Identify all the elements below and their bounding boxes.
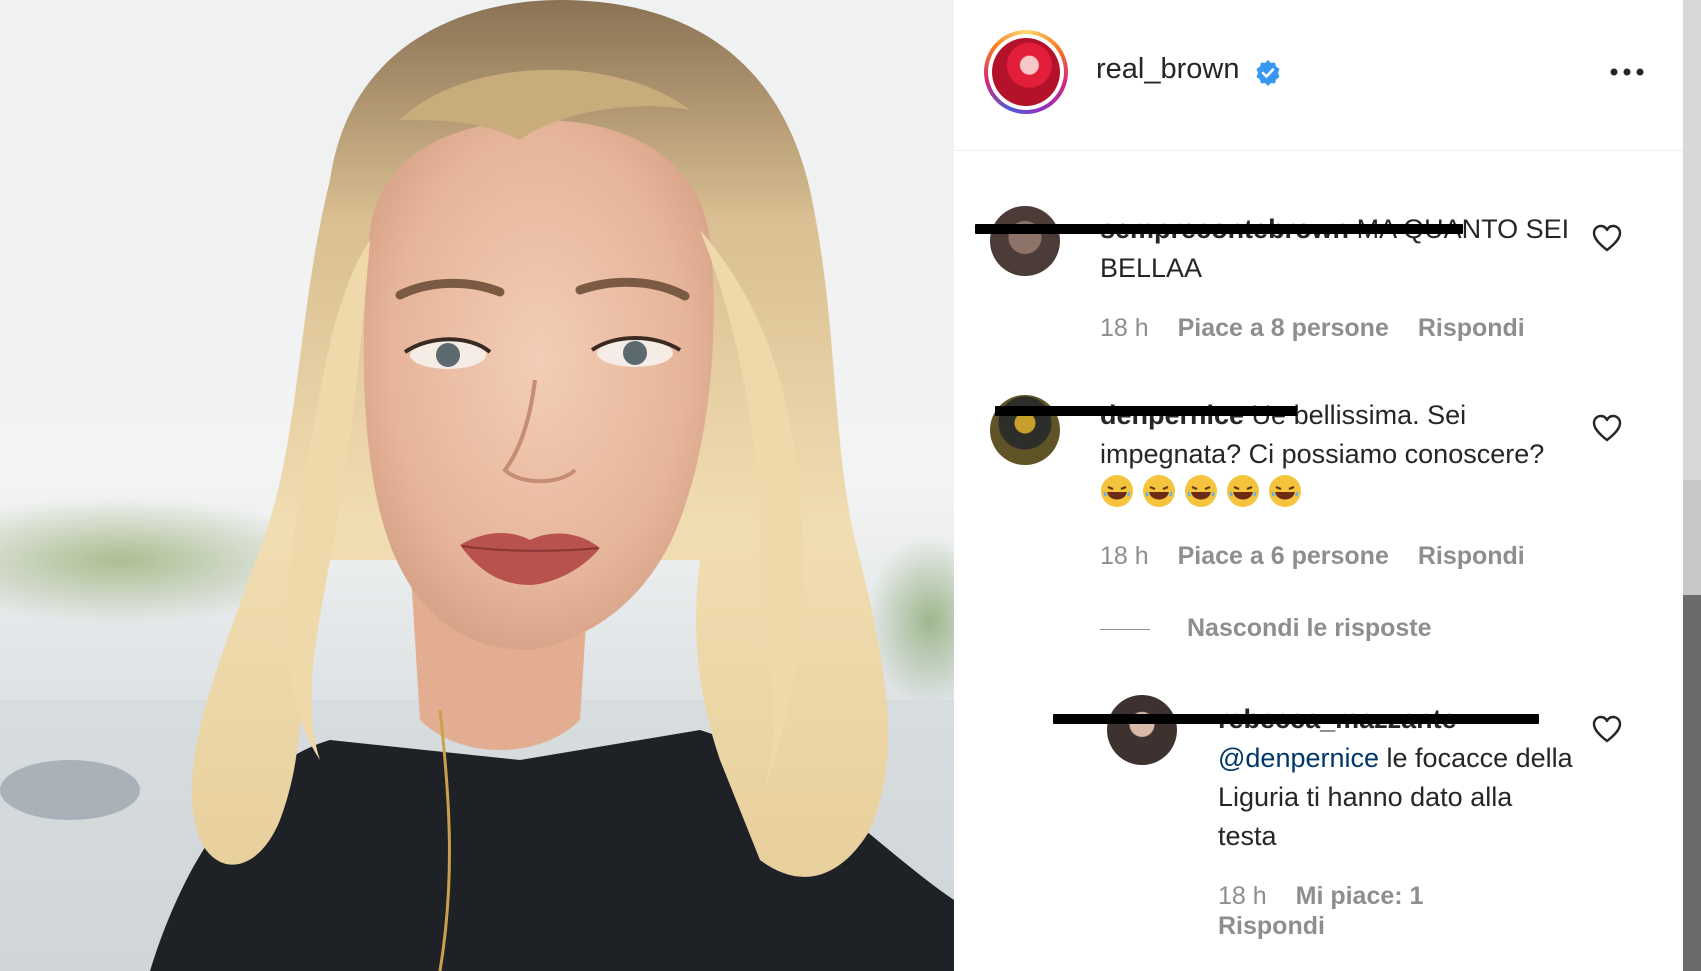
redaction-bar [995,406,1297,416]
post-image[interactable] [0,0,954,971]
comment-likes[interactable]: Piace a 8 persone [1178,314,1389,342]
comment-text: semprecontebrown MA QUANTO SEI BELLAA [1100,210,1570,288]
reply-button[interactable]: Rispondi [1218,912,1325,940]
comment-likes[interactable]: Piace a 6 persone [1178,542,1389,570]
like-heart-icon[interactable] [1592,224,1622,252]
reply-avatar[interactable] [1107,695,1177,765]
reply-meta-2: Rispondi [1218,912,1347,941]
comment-meta: 18 h Piace a 8 persone Rispondi [1100,314,1547,343]
redaction-bar [975,224,1463,234]
laughing-emoji-icon [1101,475,1133,507]
like-heart-icon[interactable] [1592,715,1622,743]
post-header: real_brown [954,0,1683,151]
laughing-emoji-icon [1227,475,1259,507]
laughing-emoji-group [1100,475,1310,508]
selfie-illustration [0,0,954,971]
laughing-emoji-icon [1269,475,1301,507]
replies-divider-line [1100,629,1150,630]
redaction-bar [1053,714,1539,724]
like-heart-icon[interactable] [1592,414,1622,442]
hide-replies-button[interactable]: Nascondi le risposte [1187,614,1432,643]
author-avatar[interactable] [984,30,1068,114]
scrollbar-thumb[interactable] [1683,480,1701,595]
author-username[interactable]: real_brown [1096,53,1239,86]
reply-time[interactable]: 18 h [1218,882,1267,910]
comment-time[interactable]: 18 h [1100,542,1149,570]
commenter-avatar[interactable] [990,206,1060,276]
comment-time[interactable]: 18 h [1100,314,1149,342]
comment-meta: 18 h Piace a 6 persone Rispondi [1100,542,1547,571]
reply-meta: 18 h Mi piace: 1 [1218,882,1445,911]
reply-button[interactable]: Rispondi [1418,314,1525,342]
verified-badge-icon [1256,60,1280,86]
reply-button[interactable]: Rispondi [1418,542,1525,570]
reply-mention[interactable]: @denpernice [1218,743,1379,773]
laughing-emoji-icon [1185,475,1217,507]
laughing-emoji-icon [1143,475,1175,507]
reply-likes[interactable]: Mi piace: 1 [1296,882,1424,910]
more-options-icon[interactable] [1609,66,1645,78]
scrollbar[interactable] [1683,0,1701,971]
